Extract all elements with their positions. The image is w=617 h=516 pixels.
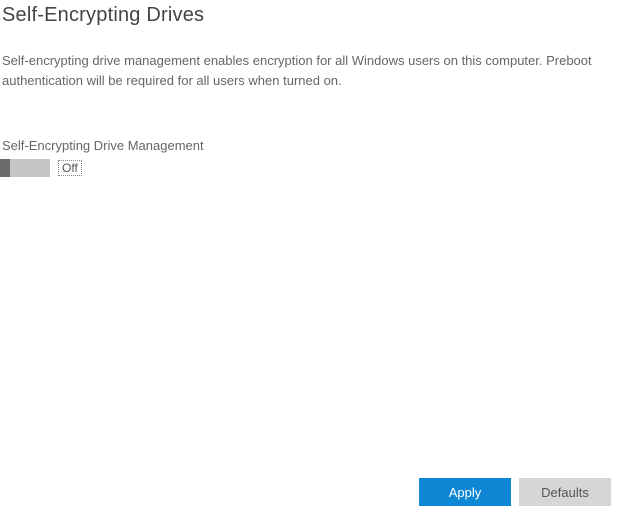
- toggle-knob: [0, 159, 10, 177]
- toggle-section-label: Self-Encrypting Drive Management: [0, 90, 617, 153]
- sed-management-toggle[interactable]: [0, 159, 50, 177]
- page-description: Self-encrypting drive management enables…: [0, 27, 617, 90]
- page-title: Self-Encrypting Drives: [0, 0, 617, 27]
- toggle-row: Off: [0, 153, 617, 177]
- toggle-state-label: Off: [58, 160, 82, 176]
- defaults-button[interactable]: Defaults: [519, 478, 611, 506]
- apply-button[interactable]: Apply: [419, 478, 511, 506]
- button-bar: Apply Defaults: [419, 478, 611, 506]
